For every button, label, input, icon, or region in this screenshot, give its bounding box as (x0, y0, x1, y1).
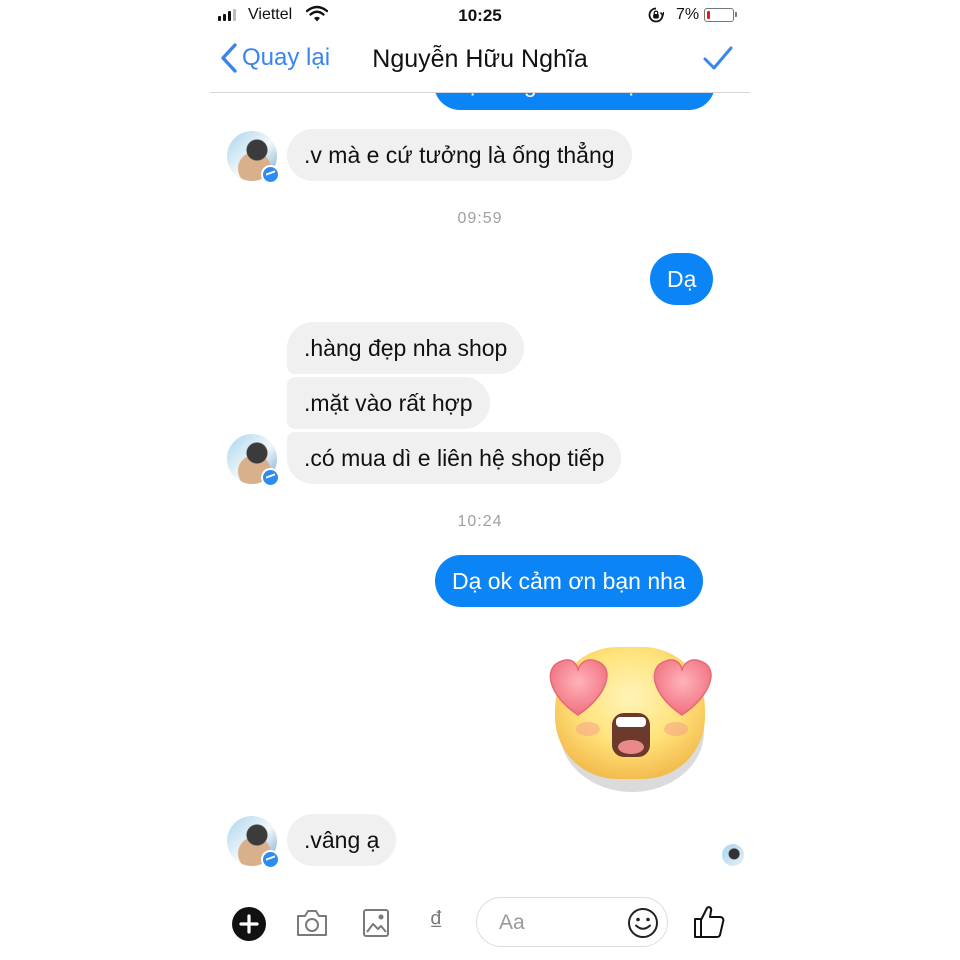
message-bubble-outgoing[interactable]: Dạ (650, 253, 714, 305)
message-bubble-outgoing[interactable]: Bạn ống chuẩn bạn nha (434, 92, 715, 110)
camera-icon[interactable] (294, 907, 330, 939)
timestamp: 09:59 (457, 210, 503, 227)
checkmark-icon[interactable] (702, 44, 734, 72)
battery-icon (704, 8, 737, 22)
messenger-screen: Viettel 10:25 7% Quay lại Nguyễn Hữu Ngh… (210, 0, 750, 960)
conversation-title: Nguyễn Hữu Nghĩa (372, 45, 588, 73)
timestamp: 10:24 (457, 513, 503, 530)
read-receipt-avatar (722, 844, 744, 866)
message-bubble-outgoing[interactable]: Dạ ok cảm ơn bạn nha (435, 555, 703, 607)
message-list[interactable]: Bạn ống chuẩn bạn nha .v mà e cứ tưởng l… (210, 92, 750, 887)
message-bubble-incoming[interactable]: .hàng đẹp nha shop (287, 322, 525, 374)
plus-icon[interactable] (232, 907, 266, 941)
message-bubble-incoming[interactable]: .vâng ạ (287, 814, 397, 866)
thumbs-up-icon[interactable] (692, 904, 726, 940)
message-bubble-incoming[interactable]: .v mà e cứ tưởng là ống thẳng (287, 129, 632, 181)
status-bar: Viettel 10:25 7% (210, 0, 750, 30)
smile-icon[interactable] (627, 907, 659, 939)
nav-bar: Quay lại Nguyễn Hữu Nghĩa (210, 30, 750, 93)
battery-percent: 7% (676, 6, 700, 23)
message-bubble-incoming[interactable]: .mặt vào rất hợp (287, 377, 490, 429)
message-bubble-incoming[interactable]: .có mua dì e liên hệ shop tiếp (287, 432, 622, 484)
messenger-badge-icon (261, 468, 280, 487)
payment-icon[interactable]: ₫ (429, 905, 443, 937)
heart-eyes-sticker[interactable] (540, 637, 720, 797)
avatar[interactable] (227, 131, 280, 184)
avatar[interactable] (227, 434, 280, 487)
message-input-field[interactable] (476, 897, 668, 947)
messenger-badge-icon (261, 850, 280, 869)
messenger-badge-icon (261, 165, 280, 184)
avatar[interactable] (227, 816, 280, 869)
message-input[interactable] (497, 908, 621, 938)
gallery-icon[interactable] (361, 907, 391, 939)
composer-bar: ₫ (210, 887, 750, 960)
lock-rotation-icon (648, 7, 664, 23)
clock: 10:25 (458, 6, 502, 25)
